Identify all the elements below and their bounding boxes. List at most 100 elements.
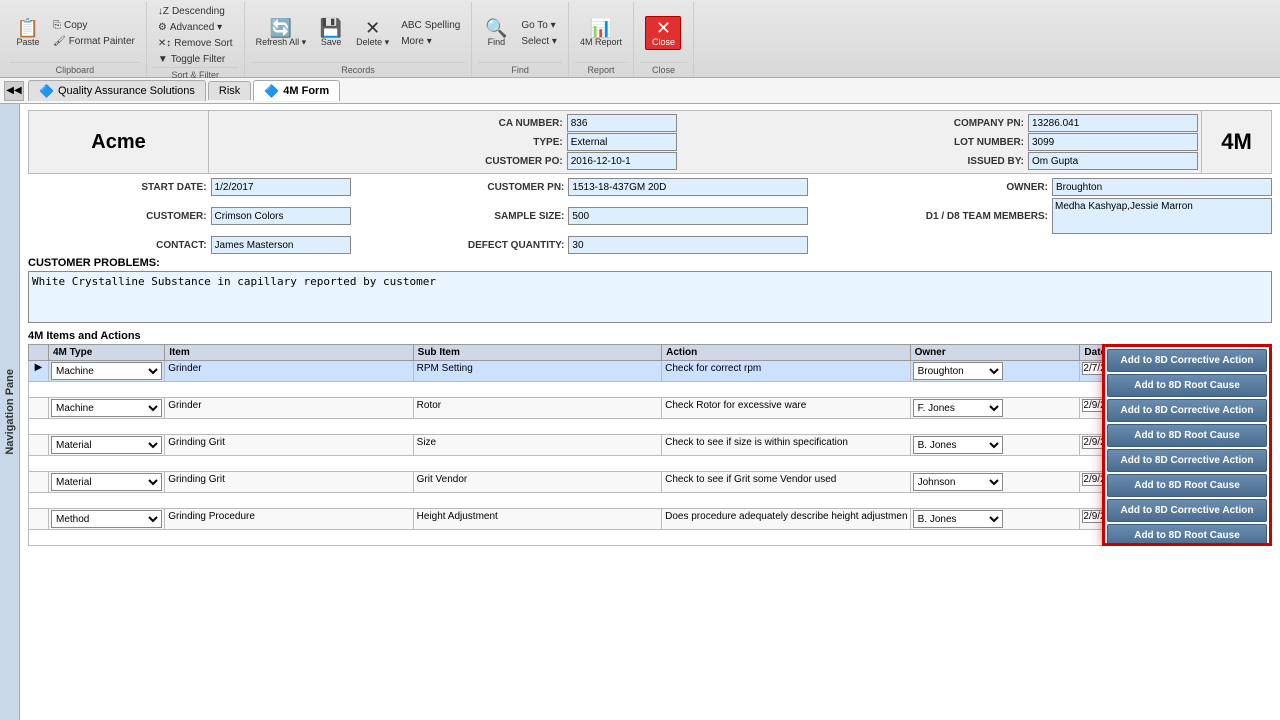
subitem-input[interactable] (416, 362, 659, 375)
type-cell[interactable]: Material (49, 472, 165, 493)
go-to-button[interactable]: Go To ▾ (516, 18, 562, 33)
action-input[interactable] (664, 473, 907, 486)
copy-button[interactable]: ⎘ Copy (48, 18, 140, 33)
owner-cell[interactable]: B. Jones (910, 435, 1080, 456)
item-cell[interactable] (165, 472, 413, 493)
nav-prev-button[interactable]: ◀◀ (4, 81, 24, 101)
item-cell[interactable] (165, 509, 413, 530)
subitem-cell[interactable] (413, 509, 661, 530)
start-date-input[interactable] (211, 178, 351, 196)
defect-quantity-input[interactable] (568, 236, 808, 254)
add-root-cause-btn-3[interactable]: Add to 8D Root Cause (1107, 474, 1267, 497)
lot-number-input[interactable] (1028, 133, 1198, 151)
add-root-cause-btn-1[interactable]: Add to 8D Root Cause (1107, 374, 1267, 397)
action-input[interactable] (664, 399, 907, 412)
owner-cell[interactable]: B. Jones (910, 509, 1080, 530)
add-root-cause-btn-4[interactable]: Add to 8D Root Cause (1107, 524, 1267, 546)
tab-quality-assurance[interactable]: 🔷 Quality Assurance Solutions (28, 80, 206, 101)
table-row: Machine F. Jones (29, 398, 1272, 419)
company-pn-input[interactable] (1028, 114, 1198, 132)
close-button[interactable]: ✕ Close (645, 16, 681, 50)
type-input[interactable] (567, 133, 677, 151)
item-input[interactable] (167, 362, 410, 375)
toggle-filter-button[interactable]: ▼ Toggle Filter (153, 52, 238, 67)
action-input[interactable] (664, 436, 907, 449)
item-cell[interactable] (165, 361, 413, 382)
add-corrective-action-btn-3[interactable]: Add to 8D Corrective Action (1107, 449, 1267, 472)
type-cell[interactable]: Method (49, 509, 165, 530)
delete-button[interactable]: ✕ Delete ▾ (351, 16, 394, 51)
descending-button[interactable]: ↓Z Descending (153, 4, 238, 19)
subitem-cell[interactable] (413, 398, 661, 419)
action-cell[interactable] (662, 509, 910, 530)
customer-pn-input[interactable] (568, 178, 808, 196)
subitem-input[interactable] (416, 473, 659, 486)
type-cell[interactable]: Machine (49, 361, 165, 382)
advanced-button[interactable]: ⚙ Advanced ▾ (153, 20, 238, 35)
select-button[interactable]: Select ▾ (516, 34, 562, 49)
ribbon-group-records: 🔄 Refresh All ▾ 💾 Save ✕ Delete ▾ ABC Sp… (245, 2, 473, 77)
refresh-all-button[interactable]: 🔄 Refresh All ▾ (251, 16, 312, 51)
customer-po-label: CUSTOMER PO: (212, 156, 563, 167)
add-corrective-action-btn-4[interactable]: Add to 8D Corrective Action (1107, 499, 1267, 522)
type-select[interactable]: Method (51, 510, 162, 528)
item-input[interactable] (167, 510, 410, 523)
4m-report-button[interactable]: 📊 4M Report (575, 16, 627, 50)
contact-input[interactable] (211, 236, 351, 254)
d1d8-field[interactable]: Medha Kashyap,Jessie Marron (1052, 198, 1272, 234)
start-date-label: START DATE: (28, 182, 207, 193)
owner-select[interactable]: B. Jones (913, 436, 1003, 454)
issued-by-input[interactable] (1028, 152, 1198, 170)
customer-problems-textarea[interactable] (28, 271, 1272, 323)
subitem-input[interactable] (416, 436, 659, 449)
add-corrective-action-btn-1[interactable]: Add to 8D Corrective Action (1107, 349, 1267, 372)
type-select[interactable]: Machine (51, 362, 162, 380)
action-cell[interactable] (662, 472, 910, 493)
subitem-input[interactable] (416, 399, 659, 412)
owner-cell[interactable]: Johnson (910, 472, 1080, 493)
action-input[interactable] (664, 510, 907, 523)
more-button[interactable]: More ▾ (396, 34, 465, 49)
item-input[interactable] (167, 473, 410, 486)
type-select[interactable]: Machine (51, 399, 162, 417)
col-action: Action (662, 345, 910, 361)
owner-cell[interactable]: Broughton (910, 361, 1080, 382)
subitem-input[interactable] (416, 510, 659, 523)
item-cell[interactable] (165, 435, 413, 456)
type-select[interactable]: Material (51, 436, 162, 454)
type-cell[interactable]: Material (49, 435, 165, 456)
owner-cell[interactable]: F. Jones (910, 398, 1080, 419)
owner-input[interactable] (1052, 178, 1272, 196)
remove-sort-button[interactable]: ✕↕ Remove Sort (153, 36, 238, 51)
tab-risk[interactable]: Risk (208, 81, 251, 100)
action-cell[interactable] (662, 361, 910, 382)
customer-input[interactable] (211, 207, 351, 225)
navigation-pane: Navigation Pane (0, 104, 20, 720)
paste-button[interactable]: 📋 Paste (10, 16, 46, 50)
action-input[interactable] (664, 362, 907, 375)
type-cell[interactable]: Machine (49, 398, 165, 419)
owner-select[interactable]: B. Jones (913, 510, 1003, 528)
owner-select[interactable]: F. Jones (913, 399, 1003, 417)
owner-select[interactable]: Broughton (913, 362, 1003, 380)
ca-number-input[interactable] (567, 114, 677, 132)
format-painter-button[interactable]: 🖌 Format Painter (48, 34, 140, 49)
owner-select[interactable]: Johnson (913, 473, 1003, 491)
item-cell[interactable] (165, 398, 413, 419)
item-input[interactable] (167, 436, 410, 449)
spelling-button[interactable]: ABC Spelling (396, 18, 465, 33)
subitem-cell[interactable] (413, 435, 661, 456)
type-select[interactable]: Material (51, 473, 162, 491)
action-cell[interactable] (662, 398, 910, 419)
sample-size-input[interactable] (568, 207, 808, 225)
item-input[interactable] (167, 399, 410, 412)
tab-4m-form[interactable]: 🔷 4M Form (253, 80, 340, 101)
subitem-cell[interactable] (413, 472, 661, 493)
find-button[interactable]: 🔍 Find (478, 16, 514, 50)
add-corrective-action-btn-2[interactable]: Add to 8D Corrective Action (1107, 399, 1267, 422)
add-root-cause-btn-2[interactable]: Add to 8D Root Cause (1107, 424, 1267, 447)
customer-po-input[interactable] (567, 152, 677, 170)
save-button[interactable]: 💾 Save (313, 16, 349, 50)
action-cell[interactable] (662, 435, 910, 456)
subitem-cell[interactable] (413, 361, 661, 382)
